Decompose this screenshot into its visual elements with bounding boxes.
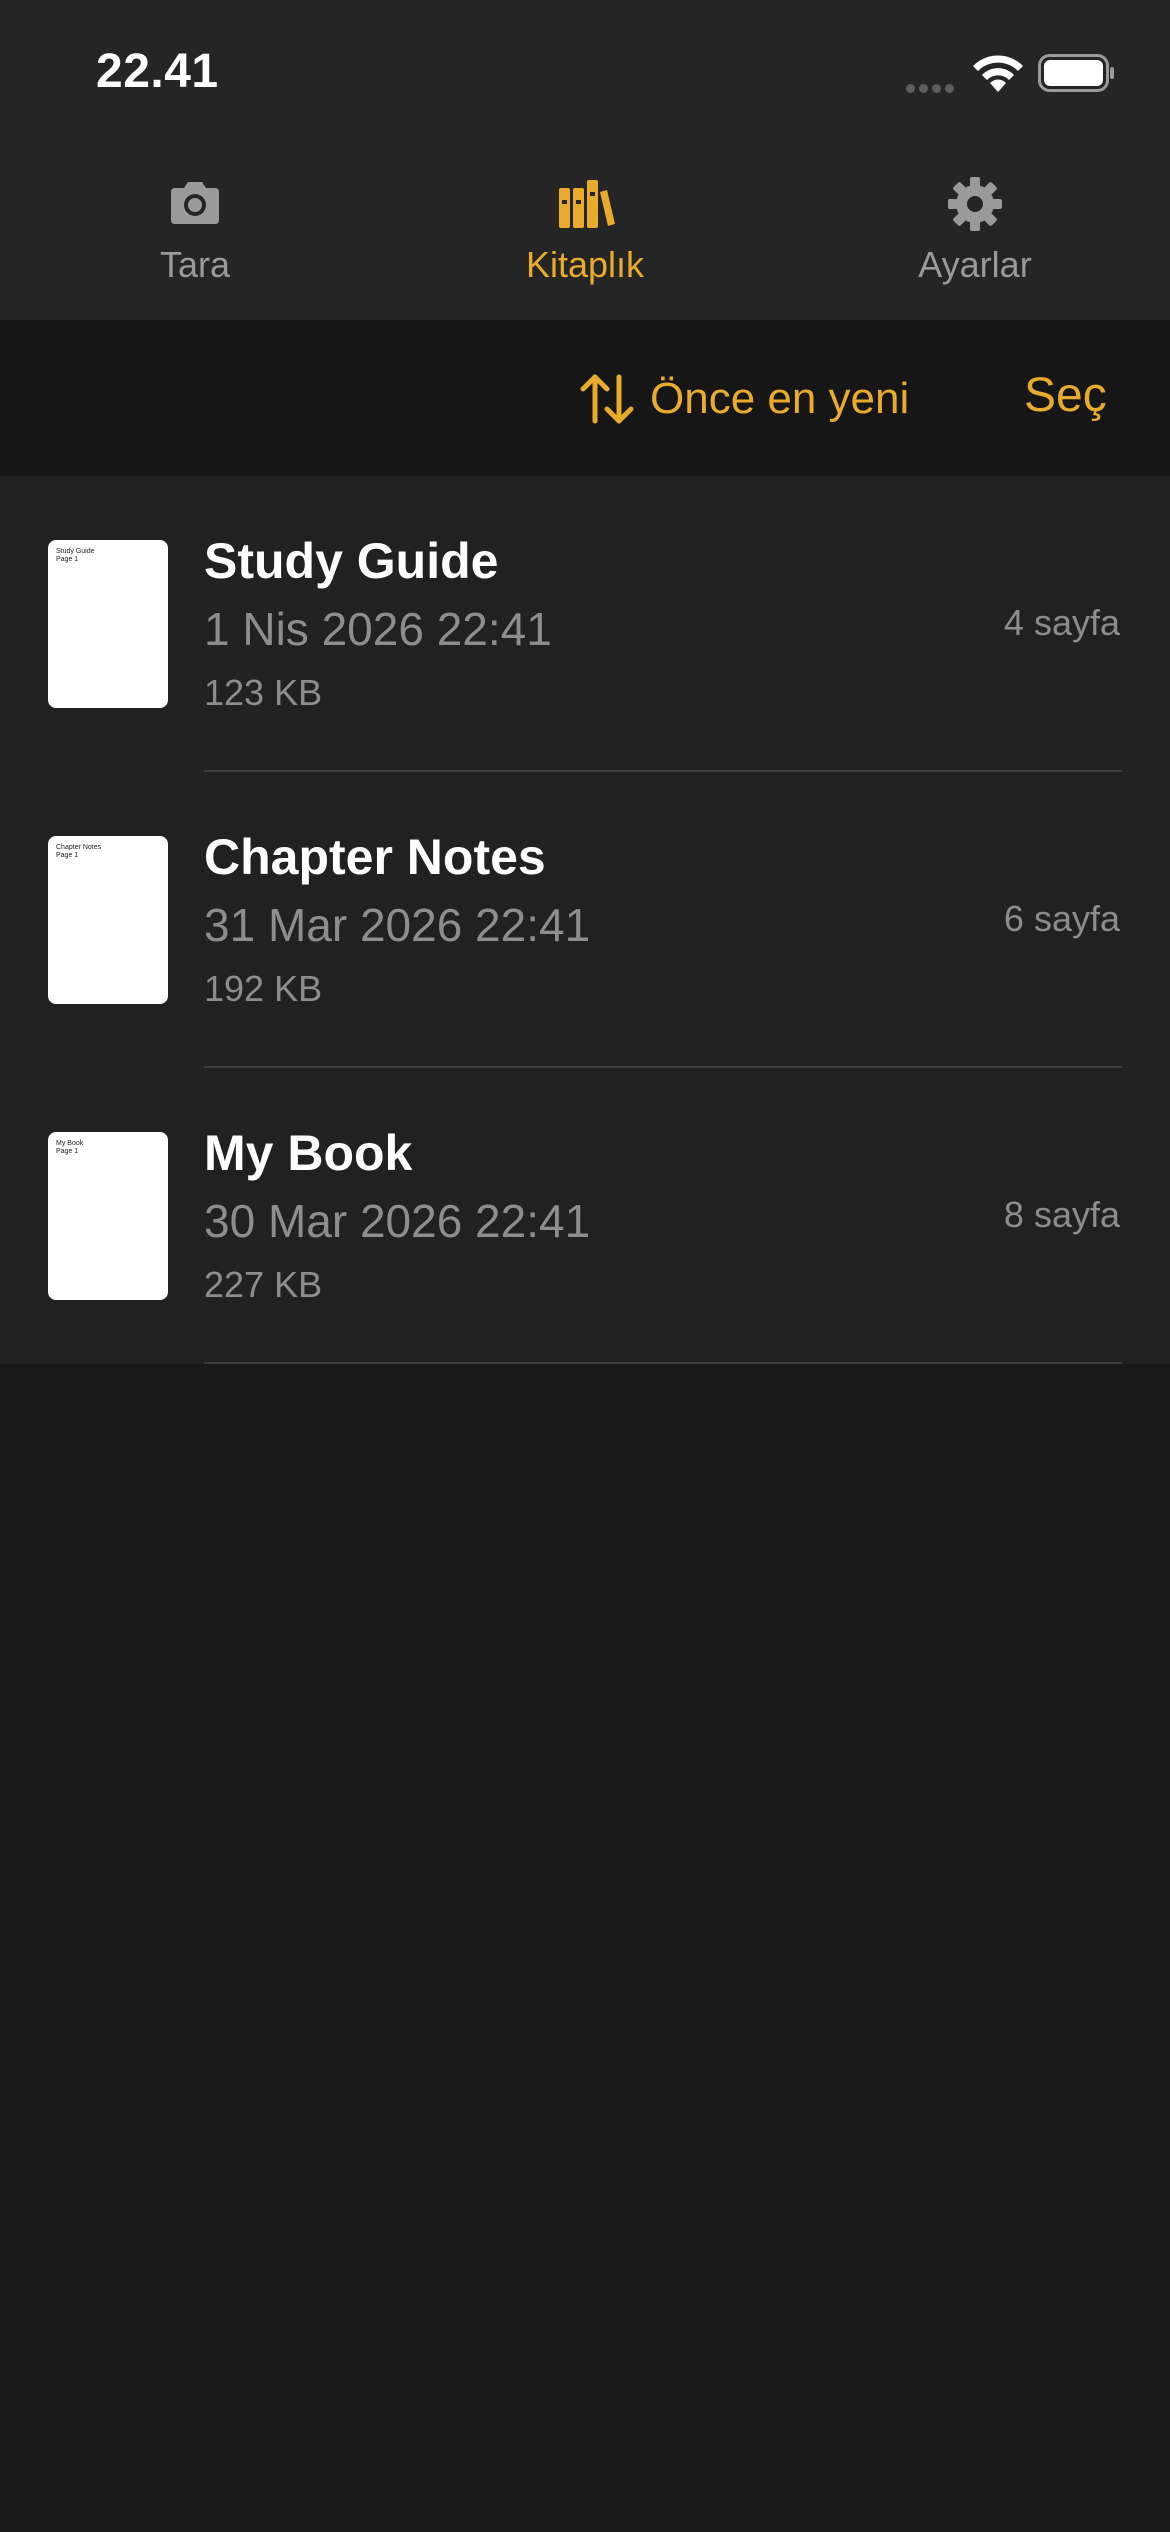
battery-icon <box>1038 54 1114 92</box>
library-screen: 22.41 Tara Kitaplık Ayarlar Önce en yeni… <box>0 0 1170 2532</box>
camera-icon <box>171 182 219 224</box>
document-date: 30 Mar 2026 22:41 <box>204 1195 591 1247</box>
wifi-icon <box>973 55 1023 92</box>
document-title: Study Guide <box>204 533 499 589</box>
tab-scan[interactable]: Tara <box>0 140 390 320</box>
document-page-count: 8 sayfa <box>1003 1194 1120 1235</box>
row-divider <box>204 1362 1122 1364</box>
document-thumbnail: Study Guide Page 1 <box>48 540 168 708</box>
library-toolbar: Önce en yeni Seç <box>0 320 1170 476</box>
tab-library[interactable]: Kitaplık <box>390 140 780 320</box>
document-date: 31 Mar 2026 22:41 <box>204 899 591 951</box>
document-thumbnail: My Book Page 1 <box>48 1132 168 1300</box>
document-list: Study Guide Page 1 Study Guide 1 Nis 202… <box>0 476 1170 1364</box>
top-tab-bar: Tara Kitaplık Ayarlar <box>0 140 1170 320</box>
thumbnail-text: Chapter Notes Page 1 <box>56 844 102 859</box>
status-bar: 22.41 <box>0 0 1170 140</box>
cellular-signal-icon <box>906 80 958 93</box>
document-date: 1 Nis 2026 22:41 <box>204 603 552 655</box>
list-item[interactable]: Study Guide Page 1 Study Guide 1 Nis 202… <box>0 476 1170 772</box>
tab-settings[interactable]: Ayarlar <box>780 140 1170 320</box>
list-item[interactable]: My Book Page 1 My Book 30 Mar 2026 22:41… <box>0 1068 1170 1364</box>
document-page-count: 6 sayfa <box>1003 898 1120 939</box>
document-size: 192 KB <box>204 968 323 1009</box>
select-button[interactable]: Seç <box>1024 368 1107 423</box>
tab-settings-label: Ayarlar <box>918 244 1032 285</box>
list-item[interactable]: Chapter Notes Page 1 Chapter Notes 31 Ma… <box>0 772 1170 1068</box>
document-page-count: 4 sayfa <box>1003 602 1120 643</box>
sort-label: Önce en yeni <box>650 374 910 423</box>
tab-scan-label: Tara <box>159 244 231 285</box>
status-time: 22.41 <box>96 45 219 98</box>
gear-icon <box>948 177 1002 231</box>
sort-button[interactable]: Önce en yeni <box>578 364 909 434</box>
document-title: My Book <box>204 1125 413 1181</box>
tab-library-label: Kitaplık <box>525 244 645 285</box>
thumbnail-text: My Book Page 1 <box>56 1140 84 1155</box>
thumbnail-text: Study Guide Page 1 <box>56 548 95 563</box>
document-size: 123 KB <box>204 672 323 713</box>
document-title: Chapter Notes <box>204 829 546 885</box>
sort-arrows-icon <box>580 374 634 424</box>
document-size: 227 KB <box>204 1264 323 1305</box>
books-icon <box>559 180 615 228</box>
document-thumbnail: Chapter Notes Page 1 <box>48 836 168 1004</box>
